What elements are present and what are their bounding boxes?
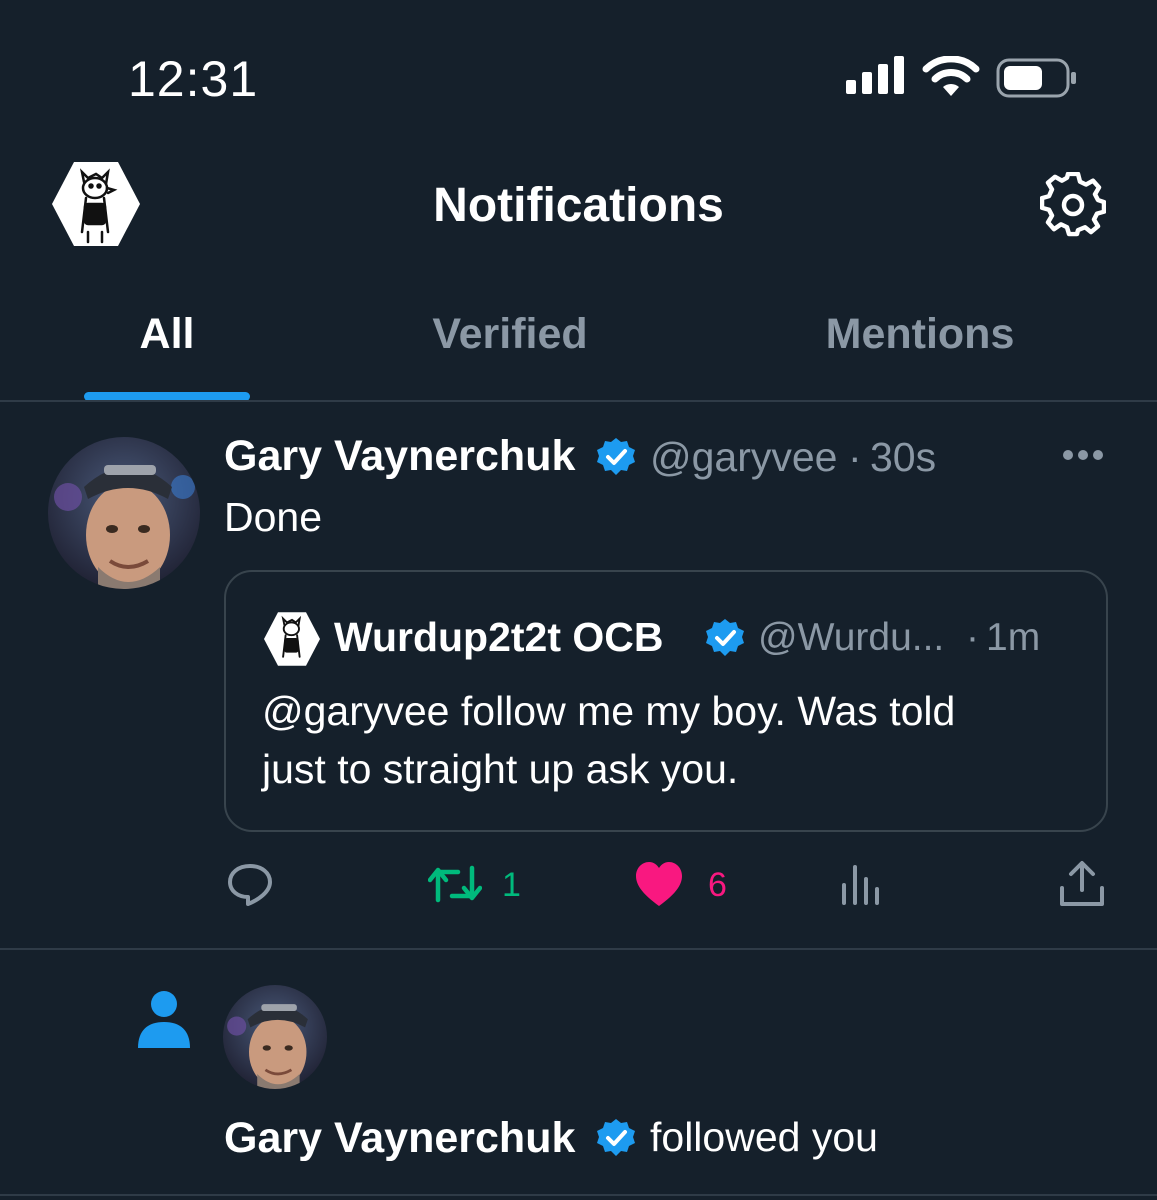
tweet-text: Done: [224, 494, 323, 540]
verified-badge-icon: [597, 1119, 635, 1156]
divider: [0, 948, 1157, 950]
quoted-tweet-text-line: just to straight up ask you.: [262, 746, 739, 792]
follower-name[interactable]: Gary Vaynerchuk: [224, 1114, 575, 1163]
reply-icon[interactable]: [226, 860, 274, 908]
meta-separator: ·: [848, 434, 862, 480]
retweet-icon[interactable]: [428, 860, 482, 908]
cellular-signal-icon: [846, 56, 904, 94]
tab-all[interactable]: All: [84, 310, 250, 359]
like-heart-icon[interactable]: [634, 860, 684, 908]
face-photo-icon: [223, 985, 327, 1089]
notification-tabs: All Verified Mentions: [0, 300, 1157, 400]
page-title: Notifications: [433, 179, 724, 232]
verified-badge-icon: [597, 438, 635, 475]
author-handle[interactable]: @garyvee: [650, 434, 837, 481]
follow-action-text: followed you: [650, 1114, 878, 1160]
author-name[interactable]: Gary Vaynerchuk: [224, 432, 575, 481]
status-time: 12:31: [128, 51, 259, 107]
quoted-author-handle: @Wurdu...: [758, 616, 945, 659]
retweet-count: 1: [502, 866, 521, 904]
meta-separator: ·: [966, 616, 979, 659]
follower-avatar[interactable]: [223, 985, 327, 1089]
tab-mentions[interactable]: Mentions: [800, 310, 1040, 359]
divider: [0, 1194, 1157, 1196]
face-photo-icon: [48, 437, 200, 589]
battery-icon: [996, 58, 1076, 98]
more-options-icon[interactable]: [1060, 438, 1106, 472]
quoted-tweet-text-line: @garyvee follow me my boy. Was told: [262, 688, 956, 734]
person-icon: [138, 991, 190, 1048]
divider: [0, 400, 1157, 402]
tab-verified[interactable]: Verified: [392, 310, 628, 359]
quoted-author-avatar: [264, 612, 320, 666]
wifi-icon: [922, 56, 980, 96]
share-icon[interactable]: [1058, 860, 1106, 908]
quoted-author-name: Wurdup2t2t OCB: [334, 614, 664, 660]
analytics-icon[interactable]: [840, 862, 882, 910]
gear-icon[interactable]: [1040, 172, 1106, 238]
like-count: 6: [708, 866, 727, 904]
quoted-tweet-time: 1m: [986, 616, 1041, 659]
verified-badge-icon: [706, 619, 744, 656]
tweet-time: 30s: [870, 434, 937, 480]
author-avatar[interactable]: [48, 437, 200, 589]
